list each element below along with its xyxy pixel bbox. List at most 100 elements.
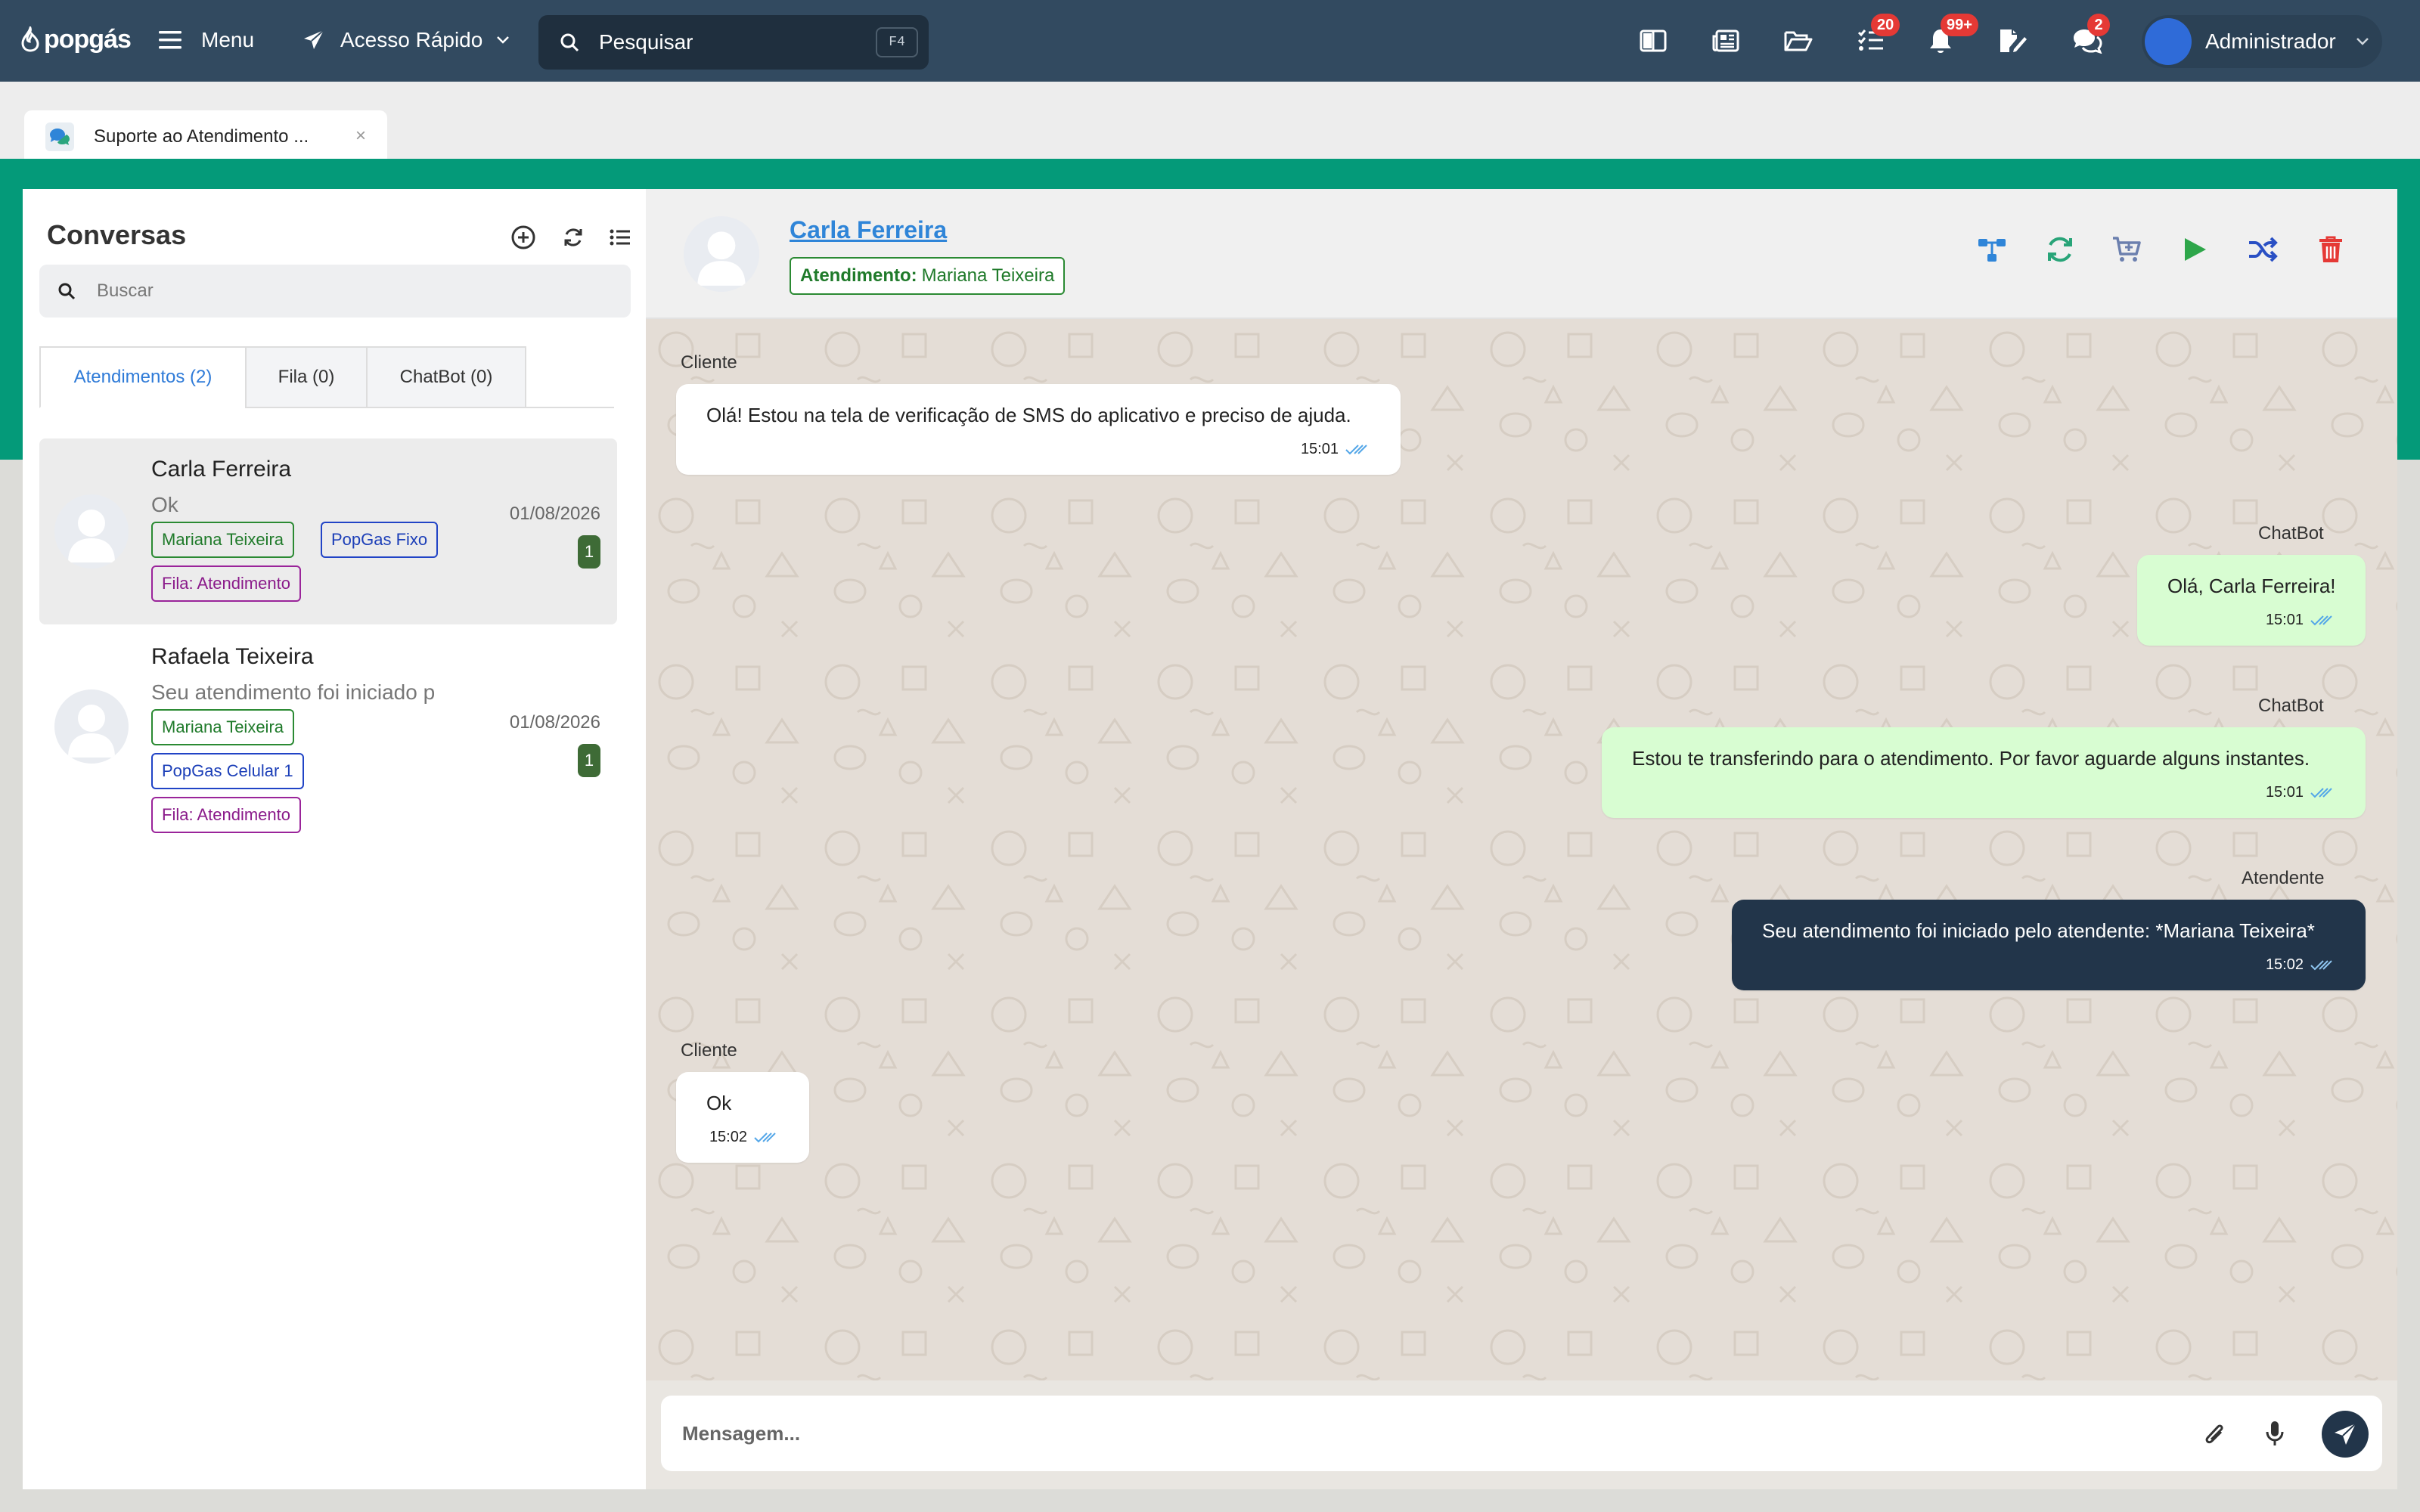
conversation-search-input[interactable] [97, 280, 331, 302]
agent-tag: Mariana Teixeira [151, 709, 295, 745]
contact-name: Carla Ferreira [151, 457, 292, 482]
message-bubble: Ok 15:02 [676, 1072, 809, 1163]
add-to-cart-button[interactable] [2108, 231, 2145, 268]
paperclip-icon [2205, 1424, 2223, 1444]
microphone-icon [2266, 1421, 2284, 1445]
chats-button[interactable]: 2 [2071, 14, 2110, 57]
conversation-item[interactable]: Carla Ferreira Ok Mariana Teixeira PopGa… [39, 438, 617, 624]
doodle-wallpaper [646, 319, 2397, 1380]
book-open-icon [1640, 29, 1667, 52]
play-icon [2185, 238, 2206, 261]
message-time: 15:01 [2266, 784, 2335, 801]
book-open-button[interactable] [1637, 24, 1670, 57]
folder-open-icon [1784, 31, 1813, 51]
quick-access-label: Acesso Rápido [340, 28, 483, 51]
popgas-logo[interactable]: popgás [20, 21, 132, 57]
user-name: Administrador [2205, 29, 2336, 53]
double-check-icon [754, 1132, 776, 1142]
cart-plus-icon [2113, 237, 2141, 262]
tab-support[interactable]: Suporte ao Atendimento ... × [24, 110, 387, 163]
tab-chatbot[interactable]: ChatBot (0) [366, 346, 526, 408]
message-input[interactable] [682, 1421, 2119, 1445]
user-avatar [2145, 18, 2192, 65]
double-check-icon [2310, 615, 2332, 625]
quick-access-dropdown[interactable]: Acesso Rápido [302, 21, 510, 59]
top-navigation-bar: popgás Menu Acesso Rápido F4 20 99+ 2 [0, 0, 2420, 82]
conversation-search [39, 265, 631, 318]
attendance-status-tag: Atendimento: Mariana Teixeira [790, 257, 1066, 295]
logo-text: popgás [44, 24, 132, 54]
open-tabs-strip: Suporte ao Atendimento ... × [0, 82, 2420, 163]
support-chat-icon [45, 122, 74, 151]
voice-record-button[interactable] [2257, 1415, 2293, 1452]
conversation-item[interactable]: Rafaela Teixeira Seu atendimento foi ini… [39, 626, 617, 833]
paper-plane-icon [304, 29, 324, 49]
attach-file-button[interactable] [2196, 1415, 2232, 1452]
attendance-status-label: Atendimento: [800, 265, 917, 286]
transfer-button[interactable] [2245, 231, 2281, 268]
attendance-status-value: Mariana Teixeira [921, 265, 1055, 286]
notifications-count-badge: 99+ [1941, 14, 1978, 36]
menu-label: Menu [201, 28, 255, 51]
trash-icon [2319, 236, 2342, 262]
chat-contact-name-link[interactable]: Carla Ferreira [790, 216, 947, 244]
message-timestamp: 15:01 [2265, 784, 2304, 801]
flow-button[interactable] [1974, 231, 2010, 268]
plus-circle-icon [511, 225, 535, 249]
message-text: Seu atendimento foi iniciado pelo atende… [1762, 919, 2315, 942]
shuffle-icon [2249, 237, 2278, 262]
tab-fila[interactable]: Fila (0) [245, 346, 368, 408]
queue-tag: Fila: Atendimento [151, 565, 301, 602]
global-search-input[interactable] [599, 30, 856, 54]
conversation-date: 01/08/2026 [509, 503, 600, 524]
menu-button[interactable]: Menu [159, 21, 254, 59]
search-shortcut-hint: F4 [876, 27, 918, 57]
user-menu[interactable]: Administrador [2142, 15, 2382, 68]
sync-icon [2048, 237, 2072, 262]
delete-conversation-button[interactable] [2313, 231, 2349, 268]
message-text: Olá, Carla Ferreira! [2167, 575, 2336, 597]
message-sender: Cliente [681, 1040, 737, 1061]
conversation-date: 01/08/2026 [509, 712, 600, 733]
flame-icon [21, 26, 39, 52]
last-message-preview: Seu atendimento foi iniciado p [151, 680, 436, 704]
agent-tag: Mariana Teixeira [151, 522, 295, 558]
conversations-panel: Conversas Atendimentos (2) Fila (0) Chat… [23, 189, 646, 1489]
message-text: Estou te transferindo para o atendimento… [1632, 747, 2310, 770]
tasks-button[interactable]: 20 [1854, 14, 1900, 57]
message-composer [661, 1396, 2382, 1471]
channel-tag: PopGas Fixo [321, 522, 439, 558]
start-button[interactable] [2176, 231, 2213, 268]
message-bubble: Estou te transferindo para o atendimento… [1602, 727, 2366, 818]
refresh-conversations-button[interactable] [558, 222, 588, 253]
double-check-icon [2310, 787, 2332, 798]
refresh-icon [564, 228, 582, 246]
message-bubble: Olá! Estou na tela de verificação de SMS… [676, 384, 1401, 475]
conversation-tabs: Atendimentos (2) Fila (0) ChatBot (0) [39, 346, 614, 408]
list-options-button[interactable] [605, 222, 635, 253]
chevron-down-icon [2356, 38, 2369, 45]
message-bubble: Seu atendimento foi iniciado pelo atende… [1732, 900, 2366, 990]
signature-button[interactable] [1996, 24, 2030, 57]
message-time: 15:02 [709, 1129, 779, 1146]
message-text: Olá! Estou na tela de verificação de SMS… [706, 404, 1351, 426]
sitemap-icon [1978, 239, 2006, 262]
list-icon [610, 229, 630, 246]
tab-atendimentos[interactable]: Atendimentos (2) [39, 346, 247, 408]
folder-button[interactable] [1782, 24, 1815, 57]
notifications-button[interactable]: 99+ [1924, 14, 1978, 57]
queue-tag: Fila: Atendimento [151, 797, 301, 833]
send-message-button[interactable] [2322, 1411, 2369, 1458]
message-time: 15:01 [1301, 441, 1370, 458]
newspaper-button[interactable] [1709, 24, 1742, 57]
message-timestamp: 15:02 [709, 1129, 747, 1145]
tab-close-icon[interactable]: × [355, 125, 366, 147]
message-sender: Cliente [681, 352, 737, 373]
message-timestamp: 15:02 [2265, 956, 2304, 973]
sync-button[interactable] [2042, 231, 2078, 268]
message-sender: ChatBot [2258, 523, 2324, 544]
new-conversation-button[interactable] [508, 222, 538, 253]
file-signature-icon [2000, 29, 2027, 52]
search-icon [560, 33, 579, 52]
tasks-count-badge: 20 [1871, 14, 1900, 36]
